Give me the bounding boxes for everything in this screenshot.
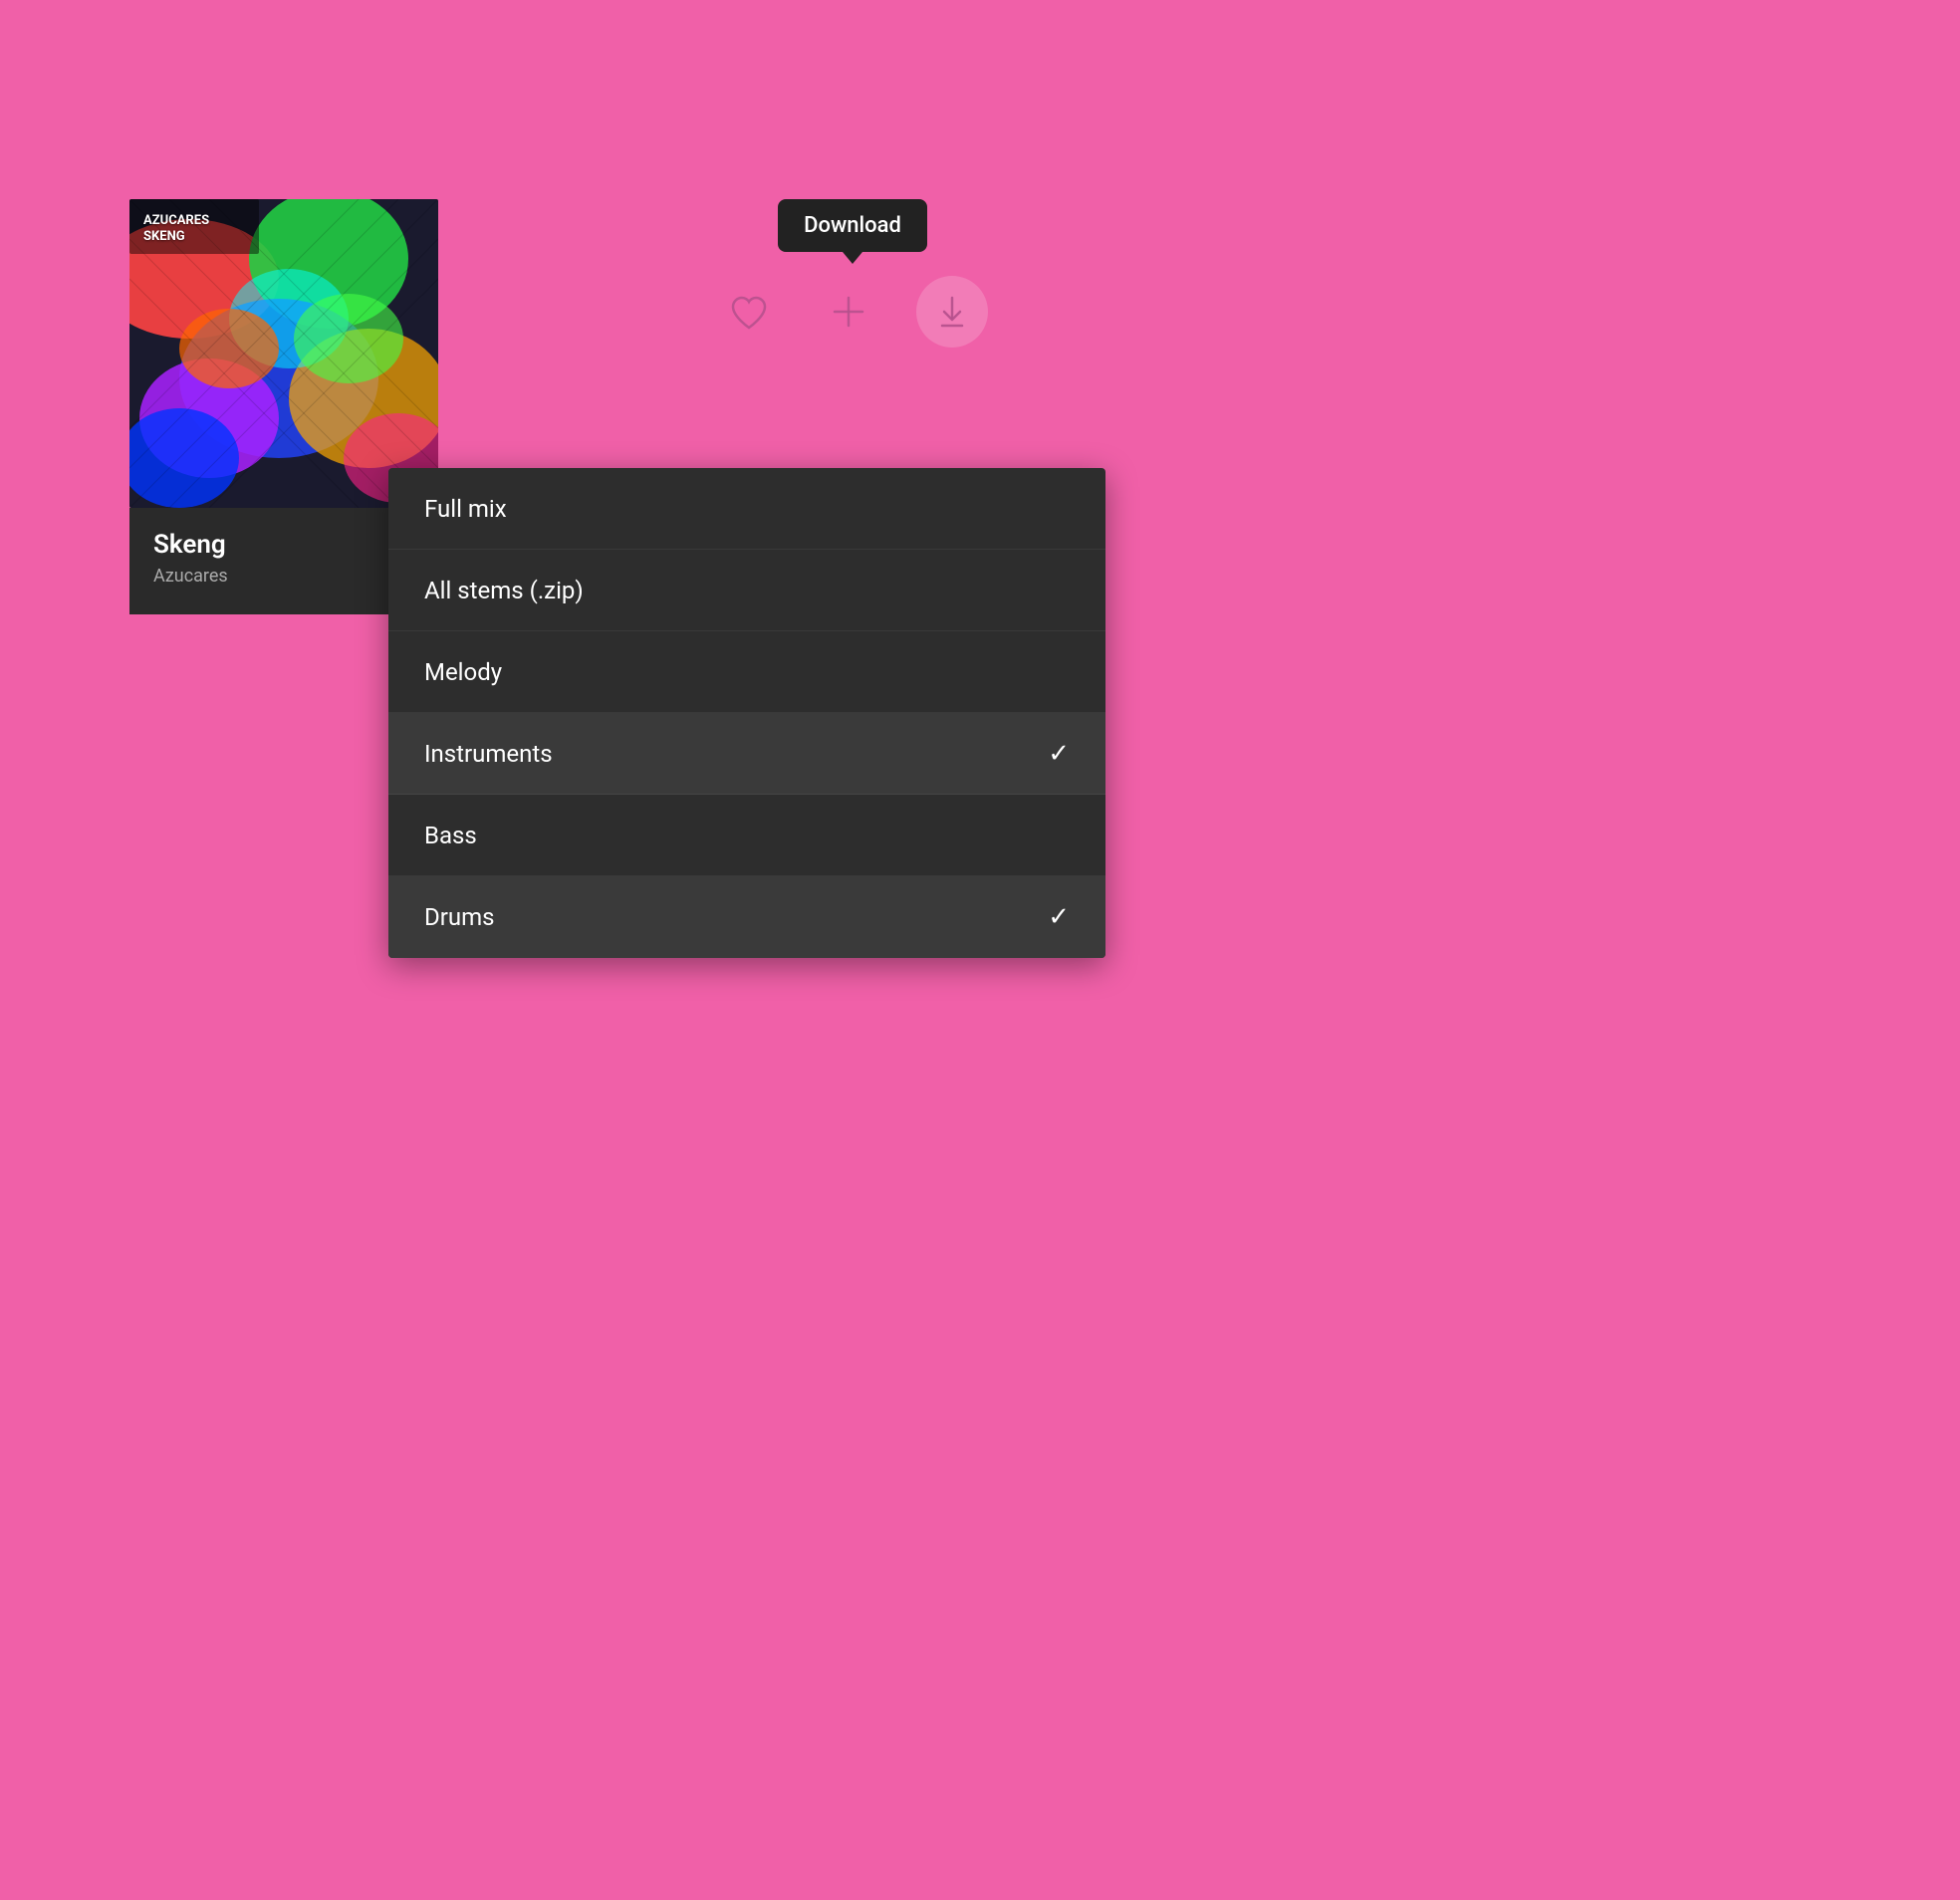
- menu-item-check-drums: ✓: [1048, 902, 1070, 932]
- like-button[interactable]: [717, 280, 781, 344]
- menu-item-label-melody: Melody: [424, 658, 502, 686]
- main-container: AZUCARES SKENG Skeng Azucares Download: [129, 199, 448, 614]
- action-icons-row: [717, 276, 988, 348]
- menu-item-bass[interactable]: Bass: [388, 795, 1105, 876]
- actions-area: Download: [717, 199, 988, 348]
- menu-item-label-full-mix: Full mix: [424, 495, 507, 523]
- download-tooltip: Download: [778, 199, 927, 252]
- menu-item-instruments[interactable]: Instruments ✓: [388, 713, 1105, 795]
- download-button[interactable]: [916, 276, 988, 348]
- menu-item-check-instruments: ✓: [1048, 739, 1070, 769]
- add-button[interactable]: [817, 280, 880, 344]
- menu-item-full-mix[interactable]: Full mix: [388, 468, 1105, 550]
- album-art: AZUCARES SKENG: [129, 199, 438, 508]
- track-title: Skeng: [153, 530, 414, 560]
- download-dropdown: Full mix All stems (.zip) Melody Instrum…: [388, 468, 1105, 958]
- menu-item-melody[interactable]: Melody: [388, 631, 1105, 713]
- album-label: AZUCARES SKENG: [143, 213, 209, 244]
- menu-item-label-bass: Bass: [424, 822, 477, 849]
- menu-item-all-stems[interactable]: All stems (.zip): [388, 550, 1105, 631]
- menu-item-drums[interactable]: Drums ✓: [388, 876, 1105, 958]
- track-artist: Azucares: [153, 566, 414, 587]
- menu-item-label-instruments: Instruments: [424, 740, 553, 768]
- menu-item-label-all-stems: All stems (.zip): [424, 577, 584, 604]
- menu-item-label-drums: Drums: [424, 903, 495, 931]
